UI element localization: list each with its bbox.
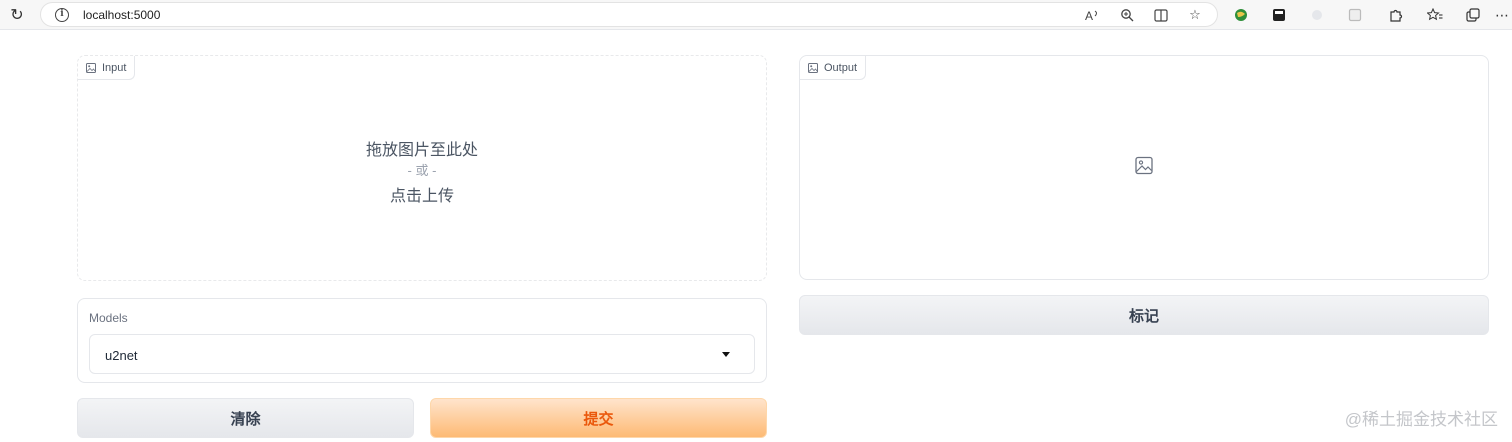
extensions-puzzle-icon[interactable] xyxy=(1384,4,1406,26)
extension-square-icon[interactable] xyxy=(1268,4,1290,26)
image-placeholder-icon xyxy=(1135,156,1153,179)
url-text[interactable]: localhost:5000 xyxy=(83,8,160,22)
flag-button[interactable]: 标记 xyxy=(799,295,1489,335)
image-icon xyxy=(808,62,818,73)
input-panel-label: Input xyxy=(78,56,136,80)
output-panel-label: Output xyxy=(800,56,867,80)
caret-down-icon xyxy=(722,352,730,357)
clear-button[interactable]: 清除 xyxy=(77,398,414,438)
collections-icon[interactable] xyxy=(1462,4,1484,26)
models-selected-value: u2net xyxy=(105,348,138,363)
models-label: Models xyxy=(89,311,128,325)
favorite-star-icon[interactable]: ☆ xyxy=(1185,6,1205,24)
input-image-dropzone[interactable]: Input 拖放图片至此处 - 或 - 点击上传 xyxy=(77,55,767,281)
output-image-panel: Output xyxy=(799,55,1489,280)
address-bar[interactable]: i localhost:5000 A ☆ xyxy=(40,2,1218,27)
more-menu-icon[interactable]: ⋯ xyxy=(1494,4,1510,26)
watermark-text: @稀土掘金技术社区 xyxy=(1344,410,1498,429)
extension-globe-icon[interactable] xyxy=(1230,4,1252,26)
drop-or-separator: - 或 - xyxy=(407,163,437,178)
favorites-list-icon[interactable] xyxy=(1424,4,1446,26)
zoom-icon[interactable] xyxy=(1117,6,1137,24)
reader-view-icon[interactable] xyxy=(1151,6,1171,24)
output-label-text: Output xyxy=(824,61,858,74)
models-block: Models u2net xyxy=(77,298,767,383)
svg-text:A: A xyxy=(1085,9,1093,22)
input-label-text: Input xyxy=(102,61,127,74)
browser-toolbar: ↻ i localhost:5000 A ☆ ⋯ xyxy=(0,0,1512,30)
extension-faded-icon[interactable] xyxy=(1306,4,1328,26)
models-dropdown[interactable]: u2net xyxy=(89,334,755,374)
site-info-icon[interactable]: i xyxy=(55,8,69,22)
click-upload-text[interactable]: 点击上传 xyxy=(78,182,766,206)
reload-icon[interactable]: ↻ xyxy=(6,4,28,26)
drop-instruction: 拖放图片至此处 xyxy=(365,142,478,159)
submit-button[interactable]: 提交 xyxy=(430,398,767,438)
extension-box-icon[interactable] xyxy=(1344,4,1366,26)
read-aloud-icon[interactable]: A xyxy=(1083,6,1103,24)
image-icon xyxy=(86,62,96,73)
